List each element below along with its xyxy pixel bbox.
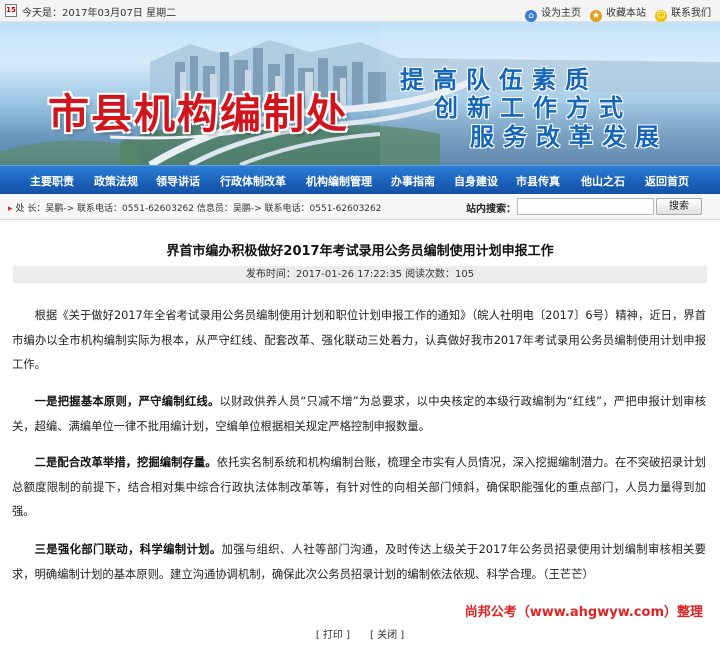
nav-item-staffing-management[interactable]: 机构编制管理	[306, 173, 372, 189]
contact-info-text: 处 长：吴鹏-> 联系电话：0551-62603262 信息员：吴鹏-> 联系电…	[15, 204, 382, 214]
search-input[interactable]	[517, 198, 654, 215]
top-bar: 15 今天是：2017年03月07日 星期二 ⌂ 设为主页 ★ 收藏本站 ☺ 联系我们	[0, 0, 720, 22]
bookmark-link[interactable]: ★ 收藏本站	[590, 4, 646, 22]
article-title: 界首市编办积极做好2017年考试录用公务员编制使用计划申报工作	[166, 244, 554, 259]
slogan-line-3: 服务改革发展	[470, 122, 668, 151]
department-title: 市县机构编制处	[48, 90, 349, 138]
article-paragraph-4: 三是强化部门联动，科学编制计划。加强与组织、人社等部门沟通，及时传达上级关于20…	[12, 538, 706, 587]
calendar-icon: 15	[5, 4, 17, 17]
search-label: 站内搜索：	[466, 204, 516, 215]
nav-item-admin-reform[interactable]: 行政体制改革	[220, 173, 286, 189]
bookmark-label: 收藏本站	[606, 8, 646, 19]
home-icon: ⌂	[525, 10, 537, 22]
contact-info: ▸ 处 长：吴鹏-> 联系电话：0551-62603262 信息员：吴鹏-> 联系…	[8, 201, 381, 214]
set-homepage-link[interactable]: ⌂ 设为主页	[525, 4, 581, 22]
article-paragraph-3: 二是配合改革举措，挖掘编制存量。依托实名制系统和机构编制台账，梳理全市实有人员情…	[12, 451, 706, 525]
article-paragraph-2: 一是把握基本原则，严守编制红线。以财政供养人员“只减不增”为总要求，以中央核定的…	[12, 390, 706, 439]
contact-label: 联系我们	[671, 8, 711, 19]
current-date: 今天是：2017年03月07日 星期二	[22, 8, 177, 19]
publish-time: 发布时间：2017-01-26 17:22:35	[245, 269, 403, 280]
close-link[interactable]: [ 关闭 ]	[370, 630, 404, 641]
arrow-icon: ▸	[8, 204, 13, 214]
source-credit: 尚邦公考（www.ahgwyw.com）整理	[464, 605, 703, 620]
set-homepage-label: 设为主页	[541, 8, 581, 19]
header-banner: 市县机构编制处 提高队伍素质 创新工作方式 服务改革发展	[0, 22, 720, 165]
article-meta: 发布时间：2017-01-26 17:22:35 阅读次数：105	[13, 266, 707, 283]
paragraph-3-lead: 二是配合改革举措，挖掘编制存量。	[34, 456, 217, 469]
nav-item-home[interactable]: 返回首页	[645, 173, 689, 189]
contact-link[interactable]: ☺ 联系我们	[655, 4, 711, 22]
article-paragraph-1: 根据《关于做好2017年全省考试录用公务员编制使用计划和职位计划申报工作的通知》…	[12, 309, 706, 371]
paragraph-4-lead: 三是强化部门联动，科学编制计划。	[34, 543, 222, 556]
bookmark-icon: ★	[590, 10, 602, 22]
nav-item-speeches[interactable]: 领导讲话	[156, 173, 200, 189]
view-count: 阅读次数：105	[405, 269, 475, 280]
paragraph-2-lead: 一是把握基本原则，严守编制红线。	[34, 395, 220, 408]
main-nav: 主要职责 政策法规 领导讲话 行政体制改革 机构编制管理 办事指南 自身建设 市…	[0, 165, 720, 194]
nav-item-guide[interactable]: 办事指南	[391, 173, 435, 189]
nav-item-county-news[interactable]: 市县传真	[516, 173, 560, 189]
search-button[interactable]: 搜索	[656, 198, 702, 215]
info-search-bar: ▸ 处 长：吴鹏-> 联系电话：0551-62603262 信息员：吴鹏-> 联系…	[0, 194, 720, 220]
nav-item-policies[interactable]: 政策法规	[94, 173, 138, 189]
nav-item-other-experience[interactable]: 他山之石	[581, 173, 625, 189]
print-link[interactable]: [ 打印 ]	[316, 630, 350, 641]
contact-bulb-icon: ☺	[655, 10, 667, 22]
article-actions: [ 打印 ] [ 关闭 ]	[0, 626, 720, 641]
nav-item-self-building[interactable]: 自身建设	[454, 173, 498, 189]
nav-item-responsibilities[interactable]: 主要职责	[30, 173, 74, 189]
